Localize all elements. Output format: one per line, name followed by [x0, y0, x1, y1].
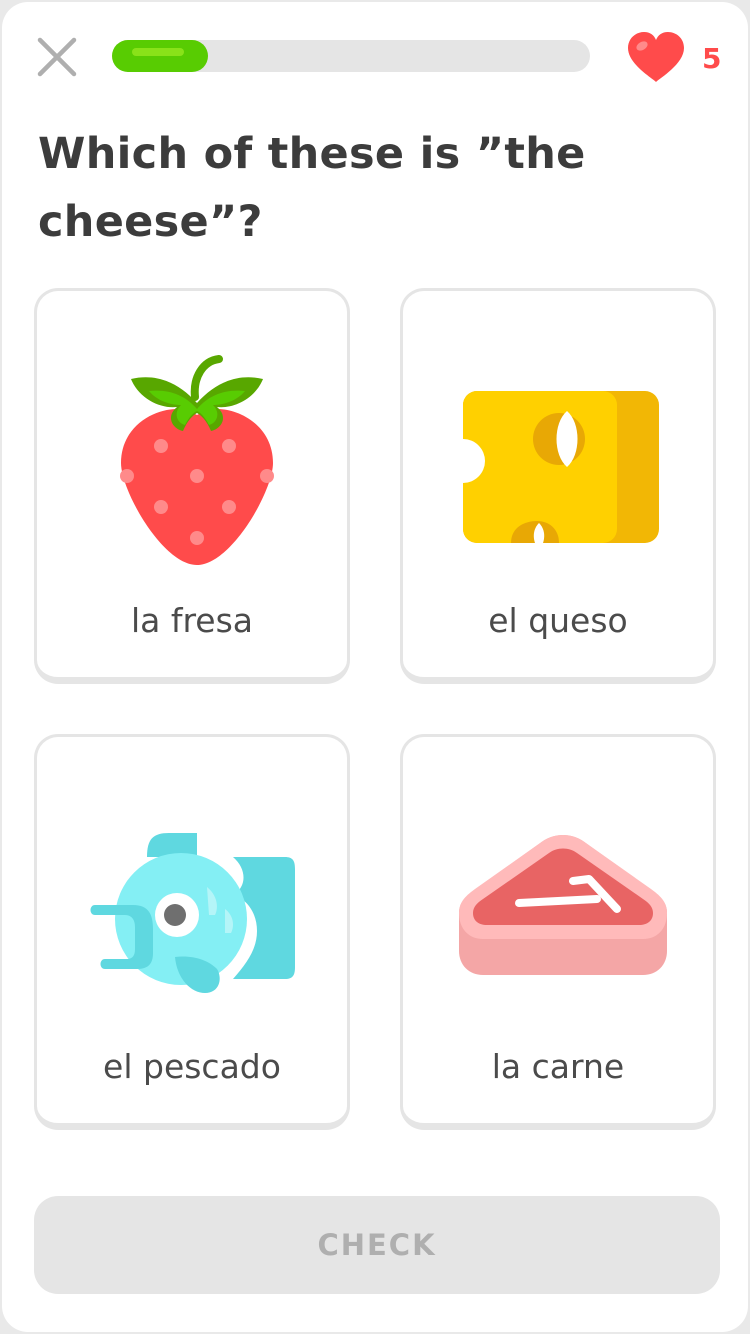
choice-card-el-pescado[interactable]: el pescado: [34, 734, 350, 1130]
choice-label: la carne: [491, 1047, 625, 1086]
choice-label: la fresa: [130, 601, 254, 640]
check-button[interactable]: CHECK: [34, 1196, 720, 1294]
choice-label: el pescado: [103, 1047, 281, 1086]
question-prompt: Which of these is ”the cheese”?: [38, 129, 586, 247]
progress-bar: [112, 40, 590, 72]
meat-icon: [459, 835, 667, 975]
choice-label: el queso: [488, 601, 628, 640]
heart-icon: [628, 32, 684, 82]
lesson-screen: 5 Which of these is ”the cheese”? la fre…: [2, 2, 748, 1332]
close-icon: [37, 37, 77, 77]
choice-card-el-queso[interactable]: el queso: [400, 288, 716, 684]
close-button[interactable]: [34, 34, 82, 82]
choice-card-la-carne[interactable]: la carne: [400, 734, 716, 1130]
hearts-count: 5: [702, 42, 722, 75]
strawberry-icon: [120, 355, 274, 565]
progress-fill: [112, 40, 208, 72]
fish-icon: [90, 833, 295, 993]
choice-card-la-fresa[interactable]: la fresa: [34, 288, 350, 684]
hearts-indicator: 5: [626, 32, 736, 84]
cheese-icon: [459, 391, 659, 543]
progress-highlight: [132, 48, 184, 56]
